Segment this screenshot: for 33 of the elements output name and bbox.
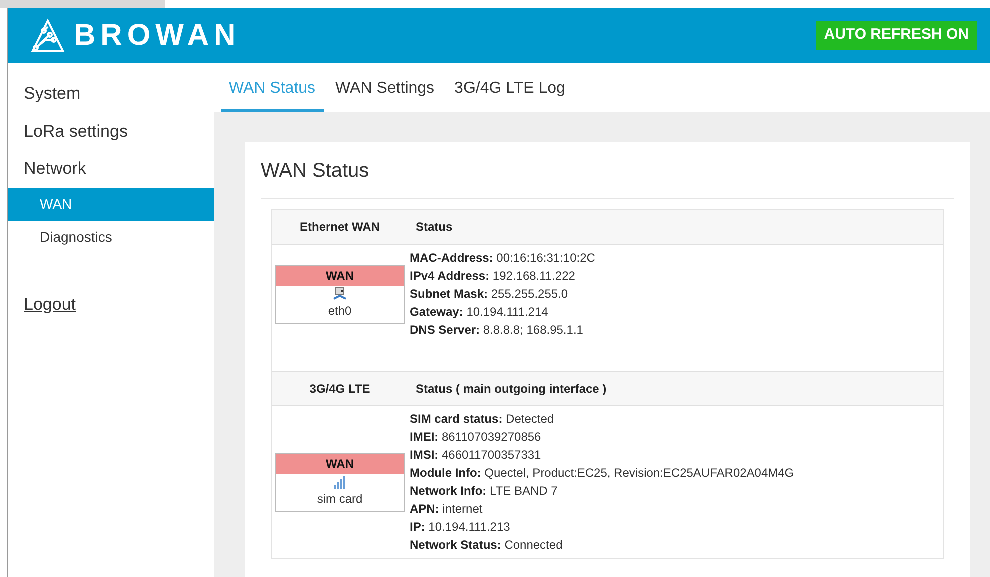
logout-link[interactable]: Logout <box>8 292 92 317</box>
logo-icon <box>30 18 66 54</box>
status-line: DNS Server: 8.8.8.8; 168.95.1.1 <box>410 322 584 339</box>
interface-badge: WAN <box>276 266 404 286</box>
status-line: Gateway: 10.194.111.214 <box>410 304 550 321</box>
column-header: Status <box>415 219 453 236</box>
column-header: 3G/4G LTE <box>308 380 372 398</box>
status-line: IMSI: 466011700357331 <box>410 447 542 464</box>
status-line: Network Info: LTE BAND 7 <box>410 483 559 500</box>
computer-icon <box>333 286 347 300</box>
signal-icon <box>333 474 347 488</box>
interface-name: eth0 <box>328 302 352 320</box>
status-line: APN: internet <box>410 501 484 518</box>
status-line: Subnet Mask: 255.255.255.0 <box>410 286 570 303</box>
tab[interactable]: 3G/4G LTE Log <box>446 63 574 112</box>
column-header: Status ( main outgoing interface ) <box>415 380 607 398</box>
column-header: Ethernet WAN <box>298 219 381 236</box>
sidebar-subitem[interactable]: Diagnostics <box>8 220 214 254</box>
interface-badge: WAN <box>276 454 404 474</box>
status-line: MAC-Address: 00:16:16:31:10:2C <box>410 250 596 267</box>
status-line: IP: 10.194.111.213 <box>410 519 512 536</box>
sidebar-item[interactable]: Network <box>8 150 214 188</box>
sidebar-item[interactable]: System <box>8 75 214 112</box>
status-line: Network Status: Connected <box>410 537 564 554</box>
sidebar-item[interactable]: LoRa settings <box>8 112 214 150</box>
interface-name: sim card <box>317 490 363 508</box>
tab[interactable]: WAN Settings <box>328 63 443 112</box>
status-line: IMEI: 861107039270856 <box>410 429 542 446</box>
logo-text: BROWAN <box>74 18 241 54</box>
status-line: IPv4 Address: 192.168.11.222 <box>410 268 576 285</box>
status-line: Module Info: Quectel, Product:EC25, Revision:EC25AUFAR02A04M4G <box>410 465 794 482</box>
panel-title: WAN Status <box>261 156 954 199</box>
status-line: SIM card status: Detected <box>410 411 556 428</box>
